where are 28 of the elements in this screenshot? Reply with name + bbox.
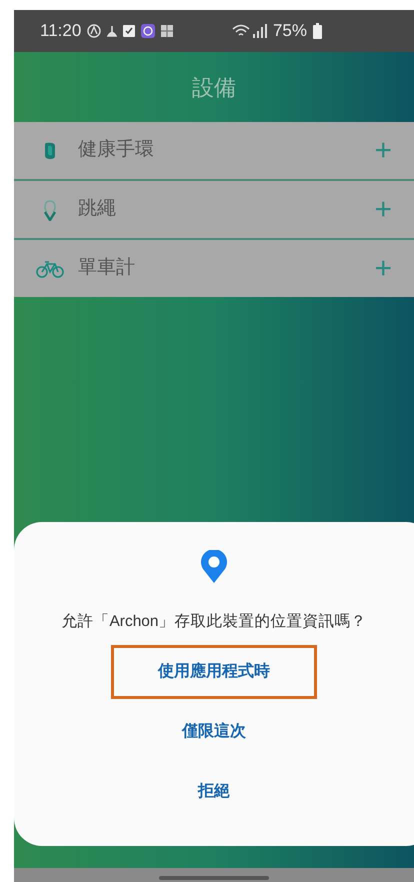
location-pin-icon [199,550,229,584]
wristband-icon [43,142,57,160]
device-row[interactable]: 單車計 + [14,240,414,297]
add-button[interactable]: + [374,187,392,232]
device-row[interactable]: 健康手環 + [14,122,414,179]
dialog-option[interactable]: 使用應用程式時 [111,645,317,700]
dialog-option[interactable]: 拒絕 [111,765,317,820]
device-row[interactable]: 跳繩 + [14,181,414,238]
add-button[interactable]: + [374,246,392,291]
figure-icon [107,25,118,37]
jump-rope-icon [42,198,58,220]
bicycle-icon [36,260,64,278]
app-icon [141,24,156,38]
status-time: 11:20 [40,20,82,42]
device-name: 健康手環 [78,138,154,162]
dialog-message: 允許「Archon」存取此裝置的位置資訊嗎？ [61,612,367,632]
device-name: 單車計 [78,256,135,280]
checkbox-icon [123,25,136,37]
triangle-circle-icon [87,24,102,38]
device-name: 跳繩 [78,197,116,222]
dialog-option[interactable]: 僅限這次 [111,705,317,760]
home-indicator[interactable] [159,876,269,880]
grid-icon [161,25,174,37]
battery-icon [313,23,322,39]
signal-icon [230,23,267,39]
page-title: 設備 [192,74,236,102]
add-button[interactable]: + [374,128,392,173]
battery-percent: 75% [272,20,307,42]
